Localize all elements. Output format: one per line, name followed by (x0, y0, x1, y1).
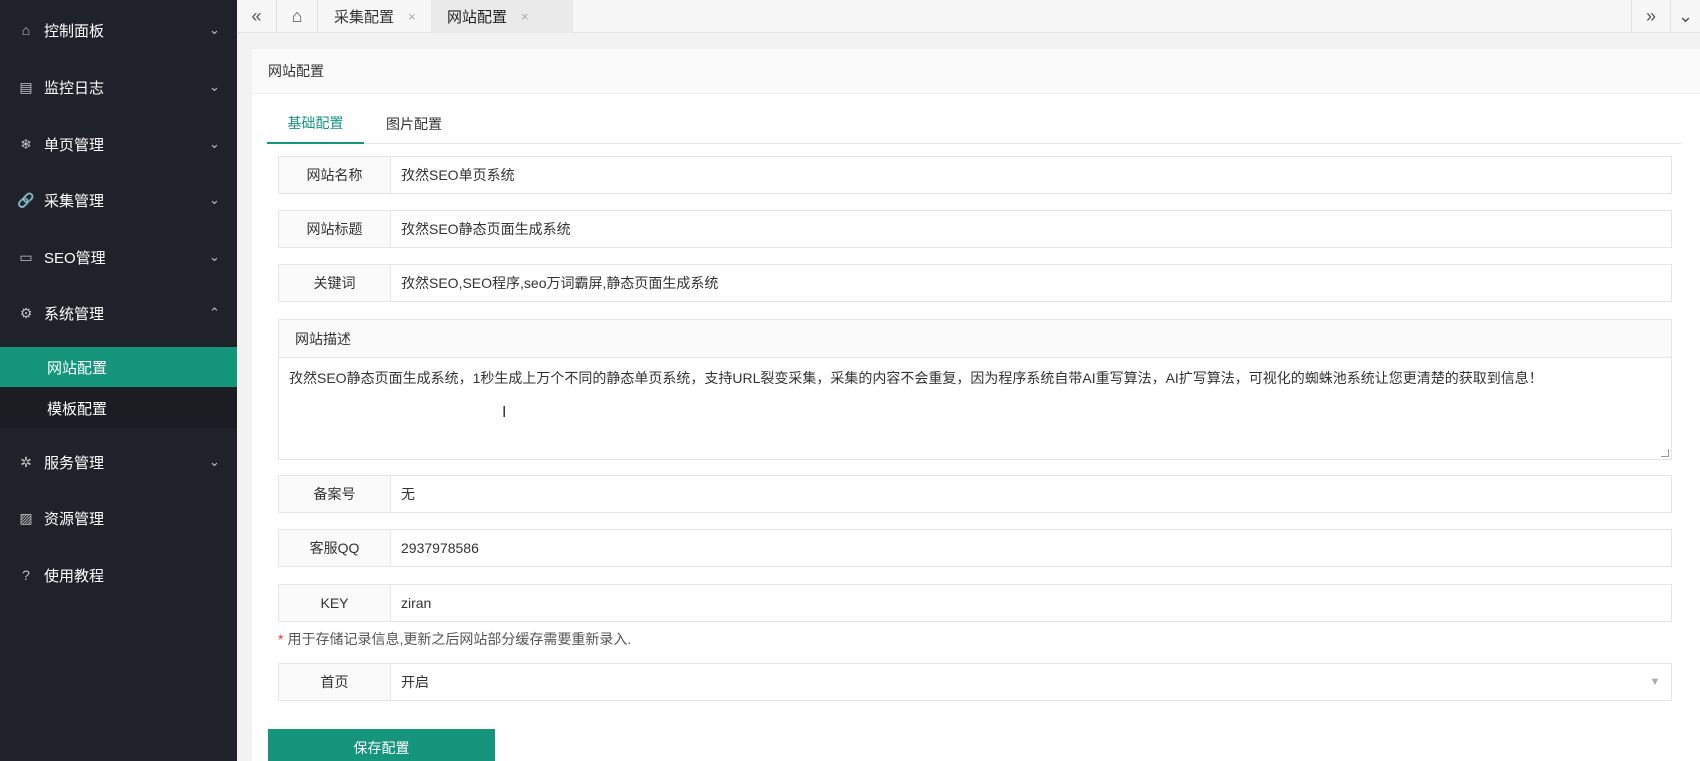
sidebar-item-label: SEO管理 (44, 249, 106, 267)
double-chevron-left-icon: « (251, 6, 262, 26)
home-icon: ⌂ (291, 6, 303, 26)
site-title-field: 网站标题 孜然SEO静态页面生成系统 (278, 210, 1672, 248)
config-tabs: 基础配置 图片配置 (267, 104, 1682, 144)
link-icon: 🔗 (17, 191, 35, 208)
sidebar-item-dashboard[interactable]: ⌂ 控制面板 ⌄ (0, 2, 237, 58)
sidebar-subitem-label: 模板配置 (47, 400, 108, 418)
sidebar-item-system-manage[interactable]: ⚙ 系统管理 ⌃ (0, 285, 237, 341)
field-label: 首页 (279, 664, 391, 700)
tab-image-config[interactable]: 图片配置 (364, 104, 464, 144)
sidebar-item-label: 单页管理 (44, 136, 105, 154)
scroll-right-button[interactable]: » (1631, 0, 1671, 33)
tab-bar: « ⌂ 采集配置 × 网站配置 × » ⌄ (237, 0, 1700, 33)
chevron-down-icon: ⌄ (1677, 6, 1694, 26)
monitor-icon: ▭ (19, 248, 33, 265)
chevron-down-icon: ⌄ (209, 192, 220, 207)
sidebar-item-service-manage[interactable]: ✲ 服务管理 ⌄ (0, 434, 237, 490)
chevron-down-icon: ⌄ (209, 136, 220, 151)
double-chevron-right-icon: » (1645, 6, 1656, 26)
sidebar-subitem-template-config[interactable]: 模板配置 (0, 388, 237, 428)
sidebar-item-resource-manage[interactable]: ▨ 资源管理 (0, 490, 237, 546)
chevron-up-icon: ⌃ (209, 305, 220, 320)
sidebar-item-label: 采集管理 (44, 192, 105, 210)
save-config-button[interactable]: 保存配置 (268, 729, 495, 761)
sidebar-item-collect-manage[interactable]: 🔗 采集管理 ⌄ (0, 172, 237, 228)
service-icon: ✲ (20, 453, 32, 470)
field-label: 网站描述 (279, 320, 1671, 358)
keywords-input[interactable]: 孜然SEO,SEO程序,seo万词霸屏,静态页面生成系统 (391, 265, 1671, 301)
field-label: 关键词 (279, 265, 391, 301)
key-hint: * 用于存储记录信息,更新之后网站部分缓存需要重新录入. (278, 629, 631, 649)
home-icon: ⌂ (21, 22, 31, 38)
site-name-input[interactable]: 孜然SEO单页系统 (391, 157, 1671, 193)
homepage-field: 首页 开启 ▼ (278, 663, 1672, 701)
sidebar-item-label: 控制面板 (44, 22, 105, 40)
homepage-select[interactable]: 开启 (391, 664, 1639, 700)
field-label: 备案号 (279, 476, 391, 512)
card-title: 网站配置 (252, 49, 1700, 94)
home-tab-button[interactable]: ⌂ (277, 0, 318, 33)
sidebar-item-page-manage[interactable]: ❄ 单页管理 ⌄ (0, 116, 237, 172)
sidebar-subitem-label: 网站配置 (47, 359, 108, 377)
icp-field: 备案号 无 (278, 475, 1672, 513)
keywords-field: 关键词 孜然SEO,SEO程序,seo万词霸屏,静态页面生成系统 (278, 264, 1672, 302)
image-icon: ▨ (19, 509, 33, 526)
description-field: 网站描述 孜然SEO静态页面生成系统，1秒生成上万个不同的静态单页系统，支持UR… (278, 319, 1672, 460)
chevron-down-icon: ⌄ (209, 454, 220, 469)
log-icon: ▤ (19, 78, 33, 95)
help-icon: ? (22, 567, 30, 583)
sidebar-item-monitor-log[interactable]: ▤ 监控日志 ⌄ (0, 59, 237, 115)
close-icon[interactable]: × (408, 9, 416, 24)
qq-field: 客服QQ 2937978586 (278, 529, 1672, 567)
sidebar-subitem-site-config[interactable]: 网站配置 (0, 347, 237, 387)
field-label: 网站标题 (279, 211, 391, 247)
gear-icon: ⚙ (19, 304, 33, 321)
hint-text: 用于存储记录信息,更新之后网站部分缓存需要重新录入. (287, 631, 632, 647)
chevron-down-icon: ⌄ (209, 79, 220, 94)
key-field: KEY ziran (278, 584, 1672, 622)
field-label: 客服QQ (279, 530, 391, 566)
chevron-down-icon: ⌄ (209, 249, 220, 264)
field-label: KEY (279, 585, 391, 621)
icp-input[interactable]: 无 (391, 476, 1671, 512)
content-card: 网站配置 基础配置 图片配置 网站名称 孜然SEO单页系统 网站标题 孜然SEO… (252, 49, 1700, 761)
tab-label: 网站配置 (447, 9, 508, 26)
sidebar-item-label: 系统管理 (44, 305, 105, 323)
site-name-field: 网站名称 孜然SEO单页系统 (278, 156, 1672, 194)
key-input[interactable]: ziran (391, 585, 1671, 621)
tab-label: 采集配置 (334, 9, 395, 26)
scroll-left-button[interactable]: « (237, 0, 277, 33)
sidebar-item-label: 服务管理 (44, 454, 105, 472)
tab-site-config[interactable]: 网站配置 × (431, 0, 573, 33)
sidebar-item-label: 监控日志 (44, 79, 105, 97)
description-text: 孜然SEO静态页面生成系统，1秒生成上万个不同的静态单页系统，支持URL裂变采集… (289, 370, 1543, 386)
sidebar-item-label: 使用教程 (44, 567, 105, 585)
sidebar-item-label: 资源管理 (44, 510, 105, 528)
site-title-input[interactable]: 孜然SEO静态页面生成系统 (391, 211, 1671, 247)
sidebar: ⌂ 控制面板 ⌄ ▤ 监控日志 ⌄ ❄ 单页管理 ⌄ 🔗 采集管理 ⌄ ▭ SE… (0, 0, 237, 761)
sidebar-item-tutorial[interactable]: ? 使用教程 (0, 547, 237, 603)
sidebar-item-seo-manage[interactable]: ▭ SEO管理 ⌄ (0, 229, 237, 285)
snowflake-icon: ❄ (20, 135, 32, 152)
chevron-down-icon: ⌄ (209, 22, 220, 37)
qq-input[interactable]: 2937978586 (391, 530, 1671, 566)
field-label: 网站名称 (279, 157, 391, 193)
description-textarea[interactable]: 孜然SEO静态页面生成系统，1秒生成上万个不同的静态单页系统，支持URL裂变采集… (279, 358, 1671, 459)
tab-menu-button[interactable]: ⌄ (1671, 0, 1700, 33)
caret-down-icon[interactable]: ▼ (1639, 664, 1671, 700)
required-star: * (278, 631, 284, 647)
close-icon[interactable]: × (521, 9, 529, 24)
text-cursor-icon: I (502, 404, 507, 421)
resize-handle-icon[interactable] (1661, 449, 1669, 457)
tab-basic-config[interactable]: 基础配置 (267, 104, 364, 144)
